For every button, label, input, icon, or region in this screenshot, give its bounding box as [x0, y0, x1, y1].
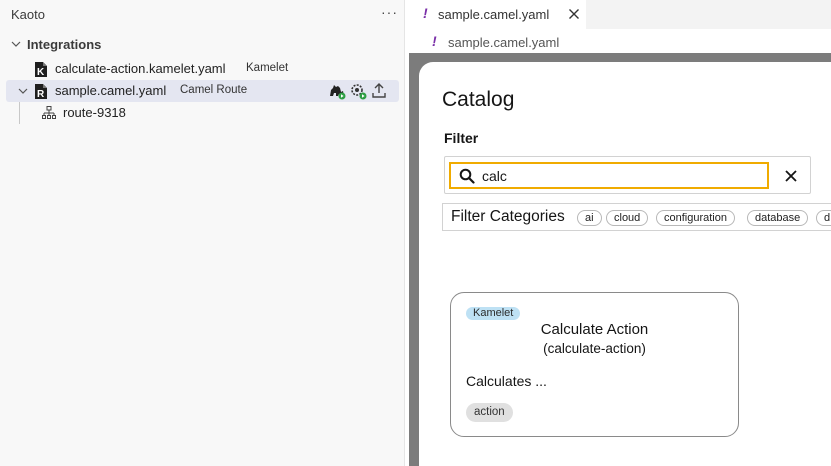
route-name: route-9318	[63, 105, 126, 120]
tree-item-route[interactable]: route-9318	[6, 102, 399, 124]
sidebar: Kaoto ··· Integrations K calculate-actio…	[0, 0, 404, 466]
route-hierarchy-icon	[42, 106, 56, 121]
chevron-down-icon[interactable]	[18, 86, 28, 96]
modal-title: Catalog	[442, 88, 515, 111]
catalog-tile-calculate-action[interactable]: Kamelet Calculate Action (calculate-acti…	[450, 292, 739, 437]
section-label-integrations: Integrations	[27, 37, 102, 52]
clear-search-icon[interactable]	[783, 168, 799, 184]
settings-run-icon[interactable]	[349, 82, 367, 100]
tile-description: Calculates ...	[466, 373, 547, 389]
tile-tag[interactable]: action	[466, 403, 513, 422]
modal-backdrop[interactable]: Catalog Filter calc Filter Categories ai…	[409, 53, 831, 466]
svg-text:K: K	[37, 67, 45, 77]
tile-title: Calculate Action	[540, 321, 649, 338]
camel-run-icon[interactable]	[328, 82, 346, 100]
export-icon[interactable]	[370, 82, 388, 100]
filter-categories: Filter Categories ai cloud configuration…	[442, 203, 831, 231]
tab-sample-camel-yaml[interactable]: ! sample.camel.yaml	[409, 0, 586, 29]
tab-label: sample.camel.yaml	[438, 7, 550, 22]
category-chip-configuration[interactable]: configuration	[656, 210, 735, 226]
kamelet-file-icon: K	[34, 62, 48, 78]
yaml-file-icon: !	[432, 33, 437, 49]
file-name: calculate-action.kamelet.yaml	[55, 61, 226, 76]
categories-label: Filter Categories	[451, 208, 565, 225]
search-value: calc	[482, 168, 507, 184]
sidebar-title: Kaoto	[11, 7, 45, 22]
search-input[interactable]: calc	[449, 162, 769, 189]
svg-text:R: R	[37, 89, 45, 99]
close-icon[interactable]	[566, 6, 582, 22]
tree-item-kamelet-file[interactable]: K calculate-action.kamelet.yaml Kamelet	[6, 58, 399, 80]
more-actions-button[interactable]: ···	[381, 4, 398, 20]
breadcrumb: ! sample.camel.yaml	[409, 29, 831, 53]
filter-toolbar: calc	[444, 156, 811, 194]
file-kind-label: Camel Route	[180, 84, 248, 96]
kamelet-badge: Kamelet	[466, 307, 521, 320]
chevron-down-icon	[11, 39, 21, 49]
editor-area: ! sample.camel.yaml ! sample.camel.yaml …	[409, 0, 831, 466]
category-chip-ai[interactable]: ai	[577, 210, 602, 226]
search-icon	[459, 168, 475, 184]
file-name: sample.camel.yaml	[55, 83, 167, 98]
category-chip-cloud[interactable]: cloud	[606, 210, 649, 226]
category-chip-database[interactable]: database	[747, 210, 809, 226]
filter-label: Filter	[444, 130, 479, 146]
sidebar-sash[interactable]	[404, 0, 405, 466]
tree-item-camel-route-file[interactable]: R sample.camel.yaml Camel Route	[6, 80, 399, 102]
camel-route-file-icon: R	[34, 84, 48, 100]
sidebar-header: Kaoto ···	[0, 0, 404, 28]
tile-subtitle: (calculate-action)	[543, 341, 646, 356]
tab-bar: ! sample.camel.yaml	[409, 0, 831, 29]
file-kind-label: Kamelet	[246, 62, 289, 74]
catalog-modal: Catalog Filter calc Filter Categories ai…	[419, 62, 831, 466]
category-chip-more[interactable]: d	[816, 210, 831, 226]
integrations-section-header[interactable]: Integrations	[0, 34, 404, 54]
breadcrumb-item[interactable]: sample.camel.yaml	[448, 35, 559, 50]
yaml-file-icon: !	[423, 5, 428, 21]
